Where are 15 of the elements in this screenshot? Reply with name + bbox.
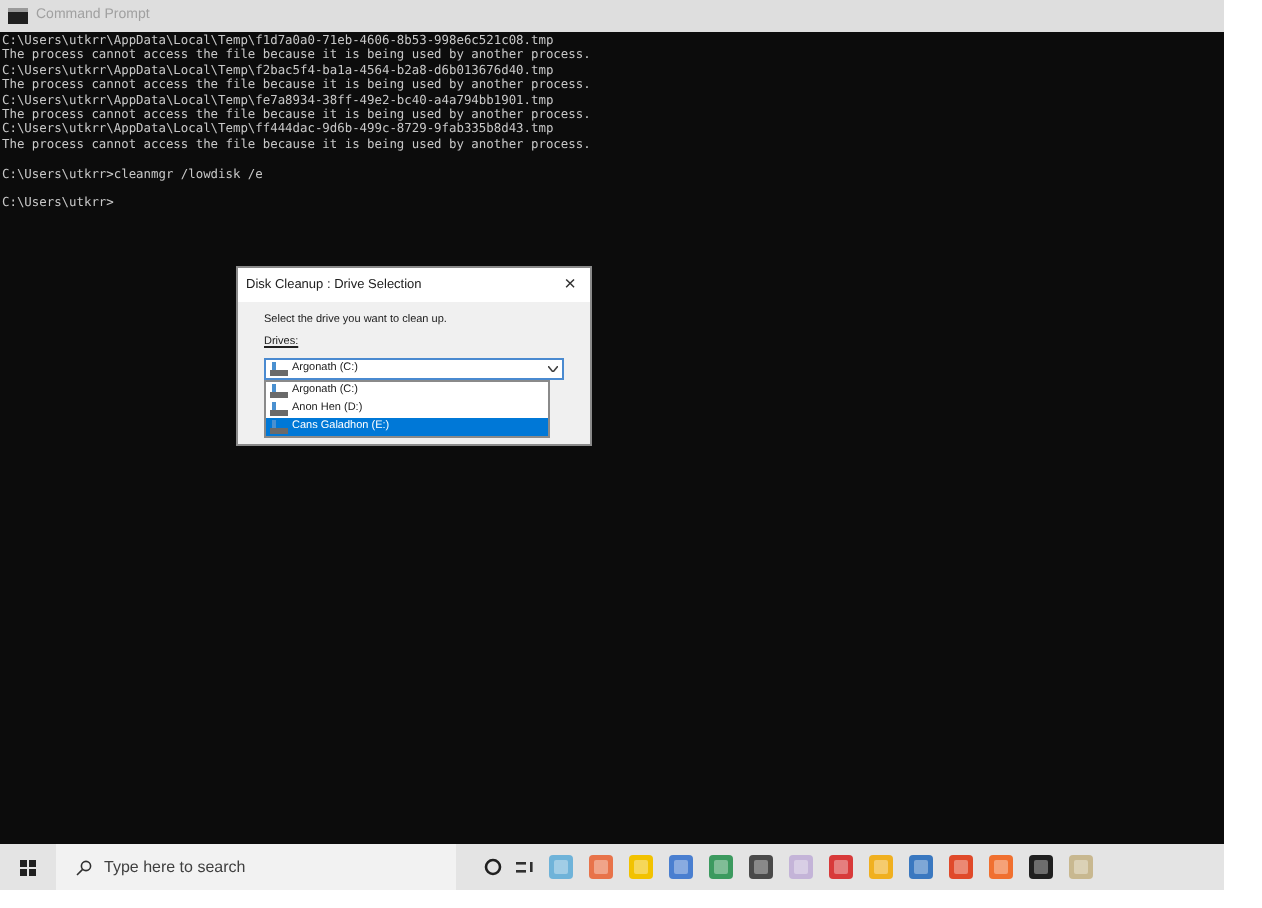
- close-button[interactable]: ×: [550, 268, 590, 302]
- chevron-icon: [548, 365, 558, 371]
- task-view-icon[interactable]: [516, 859, 534, 875]
- search-input[interactable]: Type here to search: [104, 855, 404, 879]
- app-icon[interactable]: [748, 854, 774, 880]
- search-icon: [76, 859, 92, 875]
- console-icon: [8, 8, 28, 24]
- drive-icon: [270, 419, 288, 433]
- app-icon[interactable]: [1028, 854, 1054, 880]
- circle-icon[interactable]: [484, 858, 502, 876]
- drive-icon: [270, 401, 288, 415]
- drive-icon: [270, 361, 288, 375]
- search-field[interactable]: Type here to search: [56, 844, 456, 890]
- drive-icon: [270, 383, 288, 397]
- windows-icon: [20, 859, 36, 875]
